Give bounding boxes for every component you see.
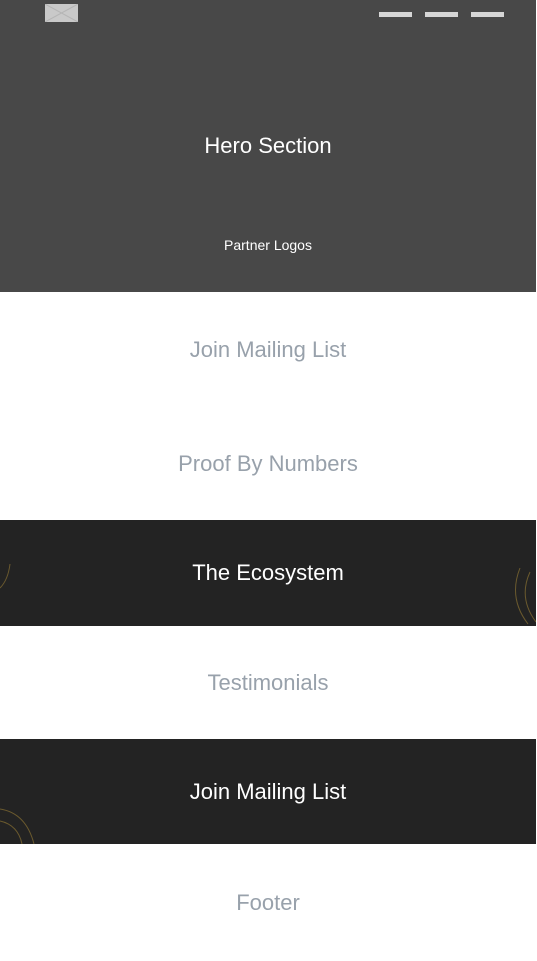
nav-item-placeholder[interactable] <box>425 12 458 17</box>
partner-logos-label: Partner Logos <box>224 237 312 253</box>
nav-item-placeholder[interactable] <box>379 12 412 17</box>
hero-title: Hero Section <box>204 133 332 158</box>
footer-section: Footer <box>0 844 536 961</box>
menu-bars-icon[interactable] <box>379 12 504 17</box>
join-mailing-list-section-dark: Join Mailing List <box>0 739 536 844</box>
decorative-curve-icon <box>0 808 35 844</box>
section-label: Join Mailing List <box>189 778 347 804</box>
section-label: Footer <box>236 889 300 915</box>
section-label: Proof By Numbers <box>178 451 358 476</box>
section-label: The Ecosystem <box>192 560 344 585</box>
nav-item-placeholder[interactable] <box>471 12 504 17</box>
decorative-curve-icon <box>0 563 11 589</box>
join-mailing-list-section: Join Mailing List <box>0 292 536 408</box>
page: Hero Section Partner Logos Join Mailing … <box>0 0 537 961</box>
section-label: Join Mailing List <box>189 337 347 362</box>
image-placeholder-icon[interactable] <box>45 4 78 22</box>
testimonials-section: Testimonials <box>0 626 536 739</box>
proof-by-numbers-section: Proof By Numbers <box>0 408 536 520</box>
ecosystem-section: The Ecosystem <box>0 520 536 626</box>
decorative-curve-icon <box>515 568 536 625</box>
section-label: Testimonials <box>207 669 329 695</box>
hero-section: Hero Section Partner Logos <box>0 0 536 292</box>
